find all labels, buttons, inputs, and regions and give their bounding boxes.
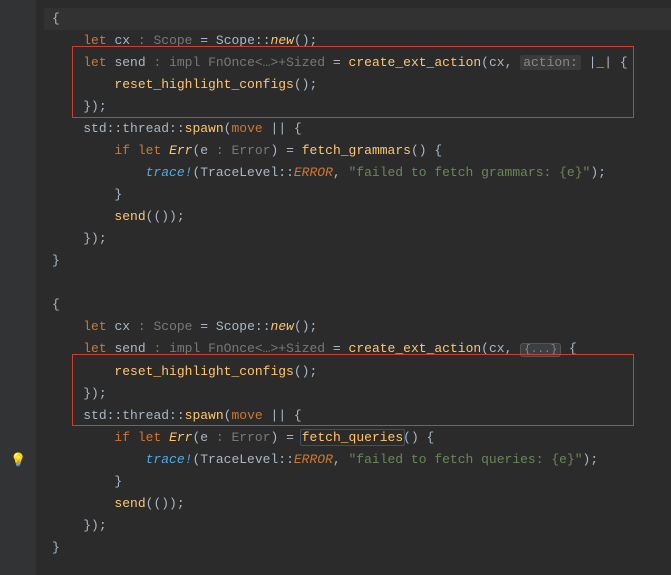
code-line[interactable]: { (44, 294, 671, 316)
code-line[interactable]: std::thread::spawn(move || { (44, 405, 671, 427)
code-line[interactable]: let send : impl FnOnce<…>+Sized = create… (44, 338, 671, 361)
code-line[interactable]: } (44, 184, 671, 206)
code-line[interactable]: let cx : Scope = Scope::new(); (44, 316, 671, 338)
code-line[interactable]: send(()); (44, 206, 671, 228)
blank-line[interactable] (44, 272, 671, 294)
code-line[interactable]: if let Err(e : Error) = fetch_queries() … (44, 427, 671, 449)
code-area[interactable]: { let cx : Scope = Scope::new(); let sen… (36, 0, 671, 575)
intention-bulb-icon[interactable]: 💡 (10, 450, 26, 472)
code-line[interactable]: }); (44, 96, 671, 118)
fold-placeholder[interactable]: {...} (520, 343, 561, 357)
code-line[interactable]: }); (44, 515, 671, 537)
code-line[interactable]: reset_highlight_configs(); (44, 361, 671, 383)
caret-highlight: fetch_queries (300, 429, 405, 446)
code-line[interactable]: let send : impl FnOnce<…>+Sized = create… (44, 52, 671, 74)
code-line[interactable]: } (44, 537, 671, 559)
code-line[interactable]: reset_highlight_configs(); (44, 74, 671, 96)
code-line[interactable]: }); (44, 383, 671, 405)
code-line[interactable]: trace!(TraceLevel::ERROR, "failed to fet… (44, 449, 671, 471)
code-line[interactable]: if let Err(e : Error) = fetch_grammars()… (44, 140, 671, 162)
code-line[interactable]: std::thread::spawn(move || { (44, 118, 671, 140)
code-line[interactable]: }); (44, 228, 671, 250)
code-line[interactable]: trace!(TraceLevel::ERROR, "failed to fet… (44, 162, 671, 184)
code-line[interactable]: { (44, 8, 671, 30)
code-editor[interactable]: 💡 { let cx : Scope = Scope::new(); let s… (0, 0, 671, 575)
code-line[interactable]: send(()); (44, 493, 671, 515)
code-line[interactable]: let cx : Scope = Scope::new(); (44, 30, 671, 52)
inlay-hint: action: (520, 55, 581, 70)
gutter: 💡 (0, 0, 36, 575)
code-line[interactable]: } (44, 471, 671, 493)
code-line[interactable]: } (44, 250, 671, 272)
